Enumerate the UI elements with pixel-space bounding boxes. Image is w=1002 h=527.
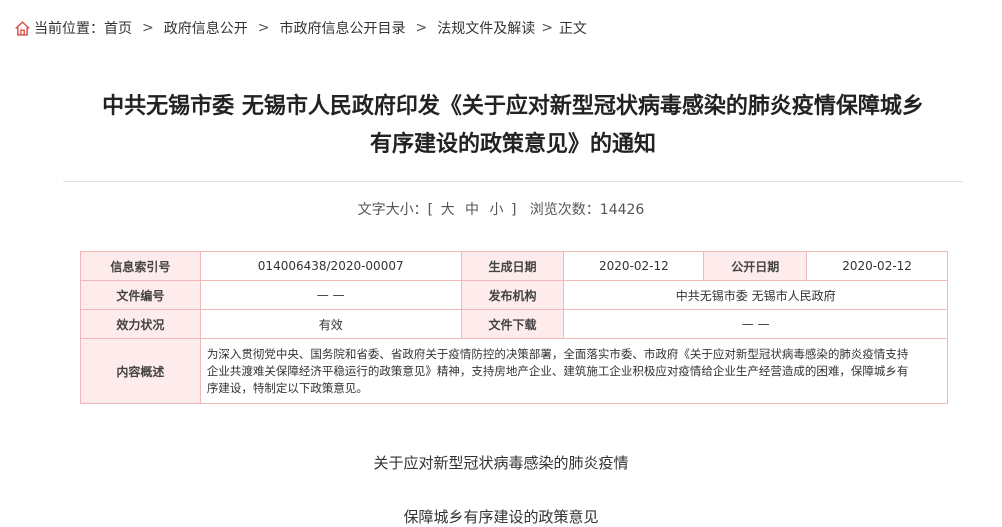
article-subtitle-2: 保障城乡有序建设的政策意见 [403, 508, 599, 526]
summary-value: 为深入贯彻党中央、国务院和省委、省政府关于疫情防控的决策部署，全面落实市委、市政… [199, 338, 949, 404]
font-size-large-button[interactable]: 大 [441, 202, 455, 218]
font-size-small-button[interactable]: 小 [490, 202, 504, 218]
published-value: 2020-02-12 [806, 251, 948, 281]
font-size-label: 文字大小：[ [357, 202, 434, 218]
index-label: 信息索引号 [80, 251, 201, 281]
font-size-medium-button[interactable]: 中 [465, 202, 479, 218]
table-row: 效力状况 有效 文件下载 — — [80, 309, 948, 339]
created-value: 2020-02-12 [563, 251, 705, 281]
created-label: 生成日期 [460, 251, 565, 281]
summary-label: 内容概述 [80, 338, 201, 404]
issuer-label: 发布机构 [460, 280, 565, 310]
article-title-line2: 有序建设的政策意见》的通知 [369, 132, 656, 157]
title-divider [63, 181, 963, 182]
status-label: 效力状况 [80, 309, 201, 339]
views-label: 浏览次数： [529, 202, 600, 218]
table-row: 内容概述 为深入贯彻党中央、国务院和省委、省政府关于疫情防控的决策部署，全面落实… [80, 338, 949, 404]
status-value: 有效 [199, 309, 462, 339]
download-label: 文件下载 [460, 309, 565, 339]
breadcrumb-gov-info-link[interactable]: 政府信息公开 [164, 18, 248, 38]
font-size-close: ] [510, 202, 517, 218]
summary-line1: 为深入贯彻党中央、国务院和省委、省政府关于疫情防控的决策部署，全面落实市委、市政… [206, 346, 909, 361]
info-table: 信息索引号 014006438/2020-00007 生成日期 2020-02-… [80, 251, 949, 404]
index-value: 014006438/2020-00007 [199, 251, 462, 281]
breadcrumb-regulations-link[interactable]: 法规文件及解读 [437, 18, 535, 38]
doc-no-label: 文件编号 [80, 280, 201, 310]
breadcrumb-current: 正文 [558, 21, 587, 37]
breadcrumb-separator: > [142, 20, 154, 36]
article-title-line1: 中共无锡市委 无锡市人民政府印发《关于应对新型冠状病毒感染的肺炎疫情保障城乡 [102, 94, 924, 119]
doc-no-value: — — [199, 280, 462, 310]
views-count: 14426 [599, 202, 645, 218]
table-row: 文件编号 — — 发布机构 中共无锡市委 无锡市人民政府 [80, 280, 948, 310]
breadcrumb-separator: > [541, 20, 553, 36]
article-meta: 文字大小：[ 大 中 小 ] 浏览次数：14426 [0, 199, 1002, 219]
breadcrumb-separator: > [415, 20, 428, 36]
breadcrumb: 当前位置： 首页 > 政府信息公开 > 市政府信息公开目录 > 法规文件及解读 … [14, 17, 587, 39]
breadcrumb-separator: > [257, 20, 270, 36]
breadcrumb-home-link[interactable]: 首页 [104, 18, 132, 38]
article-subtitle-1: 关于应对新型冠状病毒感染的肺炎疫情 [373, 454, 629, 472]
breadcrumb-catalog-link[interactable]: 市政府信息公开目录 [279, 18, 405, 38]
issuer-value: 中共无锡市委 无锡市人民政府 [563, 280, 948, 310]
table-row: 信息索引号 014006438/2020-00007 生成日期 2020-02-… [80, 251, 948, 281]
summary-line2: 企业共渡难关保障经济平稳运行的政策意见》精神，支持房地产企业、建筑施工企业积极应… [206, 363, 909, 378]
home-icon [15, 20, 30, 36]
download-value[interactable]: — — [563, 309, 948, 339]
published-label: 公开日期 [703, 251, 808, 281]
summary-line3: 序建设，特制定以下政策意见。 [206, 380, 368, 395]
breadcrumb-prefix: 当前位置： [34, 21, 104, 37]
article-title: 中共无锡市委 无锡市人民政府印发《关于应对新型冠状病毒感染的肺炎疫情保障城乡 有… [60, 88, 966, 164]
